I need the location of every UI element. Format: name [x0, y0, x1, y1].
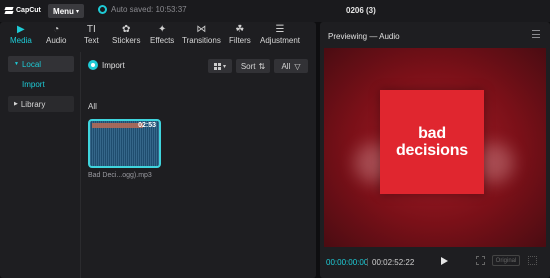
project-name[interactable]: 0206 (3)	[346, 6, 376, 15]
tab-stickers-label: Stickers	[112, 36, 141, 45]
sidebar-item-label: Library	[20, 99, 46, 109]
sidebar-item-import[interactable]: Import	[8, 76, 74, 92]
effects-icon: ✦	[157, 24, 167, 35]
tab-effects-label: Effects	[150, 36, 175, 45]
tab-adjustment[interactable]: ☰ Adjustment	[260, 24, 300, 45]
title-bar: CapCut Menu ▾ Auto saved: 10:53:37 0206 …	[0, 0, 550, 22]
tab-filters[interactable]: ☘ Filters	[229, 24, 251, 45]
media-item-duration: 02:53	[138, 122, 156, 129]
audio-icon: ◔	[53, 24, 60, 35]
current-timecode: 00:00:00:00	[326, 258, 369, 267]
view-mode-button[interactable]: ▾	[208, 59, 232, 73]
grid-icon	[213, 62, 221, 70]
tab-media[interactable]: ▶ Media	[10, 24, 32, 45]
media-item-card[interactable]: 02:53	[88, 119, 161, 168]
chevron-down-icon: ▾	[222, 63, 226, 70]
player-title: Previewing — Audio	[328, 32, 400, 41]
capcut-logo-icon	[4, 5, 14, 15]
caret-down-icon: ▼	[14, 61, 19, 67]
tab-stickers[interactable]: ✿ Stickers	[112, 24, 140, 45]
cover-title-line1: bad	[418, 125, 446, 142]
tab-filters-label: Filters	[229, 36, 251, 45]
player-controls: 00:00:00:00 00:02:52:22 Original	[320, 252, 550, 276]
media-icon: ▶	[17, 24, 25, 35]
tab-text[interactable]: TI Text	[84, 24, 99, 45]
player-panel: Previewing — Audio bad decisions 00:00:0…	[320, 22, 550, 278]
logo-text: CapCut	[16, 6, 41, 14]
media-item-progress	[92, 123, 143, 128]
autosave-status: Auto saved: 10:53:37	[98, 5, 187, 14]
import-button[interactable]: Import	[88, 58, 134, 72]
tab-audio-label: Audio	[46, 36, 67, 45]
tab-media-label: Media	[10, 36, 32, 45]
original-ratio-button[interactable]: Original	[492, 255, 520, 266]
tab-transitions[interactable]: ⋈ Transitions	[182, 24, 221, 45]
import-label: Import	[102, 60, 125, 70]
album-cover: bad decisions	[380, 90, 484, 194]
total-timecode: 00:02:52:22	[372, 258, 415, 267]
chevron-down-icon: ▾	[75, 8, 79, 15]
filters-icon: ☘	[235, 24, 245, 35]
sort-label: Sort	[240, 61, 256, 71]
section-label: All	[88, 102, 97, 111]
tab-transitions-label: Transitions	[182, 36, 221, 45]
sidebar-item-label: Local	[21, 59, 42, 69]
preview-stage: bad decisions	[324, 48, 546, 247]
text-icon: TI	[86, 24, 96, 35]
sidebar-item-label: Import	[22, 79, 45, 89]
import-icon	[88, 60, 98, 70]
hamburger-menu-icon[interactable]	[532, 30, 540, 38]
filter-button[interactable]: All ▽	[274, 59, 308, 73]
capcut-logo: CapCut	[4, 5, 41, 15]
sort-icon: ⇅	[258, 61, 266, 71]
sort-button[interactable]: Sort ⇅	[236, 59, 270, 73]
media-item-name: Bad Deci...ogg).mp3	[88, 172, 152, 179]
tab-text-label: Text	[84, 36, 99, 45]
fullscreen-icon[interactable]	[528, 256, 537, 265]
adjustment-icon: ☰	[275, 24, 285, 35]
sidebar-item-local[interactable]: ▼ Local	[8, 56, 74, 72]
focus-icon[interactable]	[476, 256, 485, 265]
autosave-text: Auto saved: 10:53:37	[111, 5, 187, 14]
menu-label: Menu	[53, 6, 74, 16]
sidebar-item-library[interactable]: ▶ Library	[8, 96, 74, 112]
panel-divider	[80, 52, 81, 278]
asset-toolbar: ▶ Media ◔ Audio TI Text ✿ Stickers ✦ Eff…	[0, 22, 316, 48]
filter-icon: ▽	[294, 61, 301, 71]
tab-audio[interactable]: ◔ Audio	[46, 24, 66, 45]
timecode-divider	[367, 258, 368, 266]
tab-effects[interactable]: ✦ Effects	[150, 24, 174, 45]
menu-button[interactable]: Menu ▾	[48, 4, 84, 18]
media-panel: ▶ Media ◔ Audio TI Text ✿ Stickers ✦ Eff…	[0, 22, 316, 278]
cover-title-line2: decisions	[395, 142, 468, 159]
filter-label: All	[281, 61, 291, 71]
media-sidebar: ▼ Local Import ▶ Library	[8, 56, 74, 116]
play-icon[interactable]	[441, 257, 448, 265]
transitions-icon: ⋈	[196, 24, 207, 35]
autosave-icon	[98, 5, 107, 14]
stickers-icon: ✿	[122, 24, 131, 35]
tab-adjustment-label: Adjustment	[260, 36, 301, 45]
caret-right-icon: ▶	[14, 101, 18, 107]
